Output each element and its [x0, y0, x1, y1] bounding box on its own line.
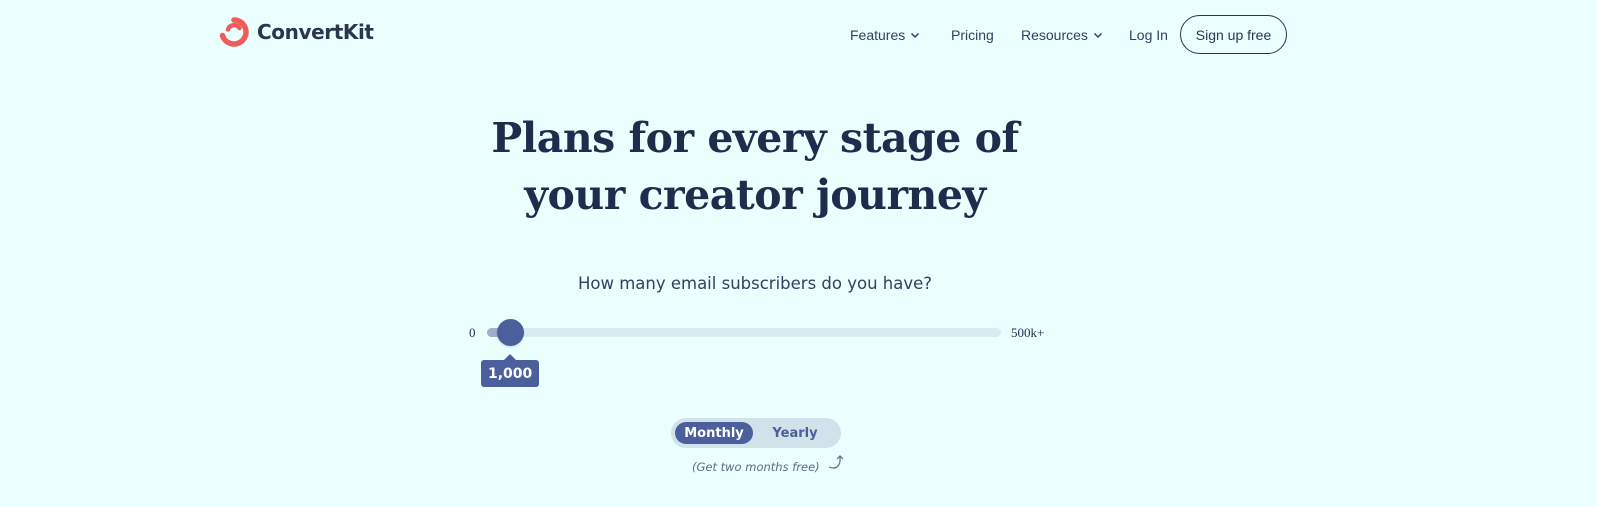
- nav-resources[interactable]: Resources: [1021, 16, 1103, 54]
- nav-pricing[interactable]: Pricing: [951, 16, 994, 54]
- promo-text: (Get two months free): [692, 460, 820, 474]
- site-header: ConvertKit Features Pricing Resources Lo…: [0, 0, 1597, 68]
- billing-monthly-option[interactable]: Monthly: [675, 422, 753, 444]
- nav-features-label: Features: [850, 27, 906, 43]
- nav-login-label: Log In: [1129, 27, 1168, 43]
- billing-yearly-option[interactable]: Yearly: [755, 422, 835, 444]
- nav-resources-label: Resources: [1021, 27, 1088, 43]
- curved-arrow-icon: [828, 455, 844, 469]
- chevron-down-icon: [1093, 32, 1102, 39]
- page-title-line-1: Plans for every stage of: [491, 114, 1019, 162]
- subscriber-question: How many email subscribers do you have?: [577, 274, 933, 293]
- slider-value-tooltip: 1,000: [481, 354, 540, 387]
- signup-button[interactable]: Sign up free: [1180, 15, 1287, 54]
- subscriber-slider[interactable]: 1,000: [481, 319, 1001, 387]
- chevron-down-icon: [911, 32, 920, 39]
- slider-min-label: 0: [469, 325, 476, 340]
- slider-max-label: 500k+: [1011, 325, 1045, 340]
- main-nav: Features Pricing Resources Log In: [0, 16, 1597, 54]
- nav-login[interactable]: Log In: [1129, 16, 1168, 54]
- nav-features[interactable]: Features: [850, 16, 920, 54]
- billing-toggle: Monthly Yearly: [671, 418, 841, 448]
- page-title-line-2: your creator journey: [524, 171, 986, 219]
- slider-thumb[interactable]: [496, 319, 524, 346]
- nav-pricing-label: Pricing: [951, 27, 994, 43]
- page-title: Plans for every stage of your creator jo…: [0, 110, 1510, 224]
